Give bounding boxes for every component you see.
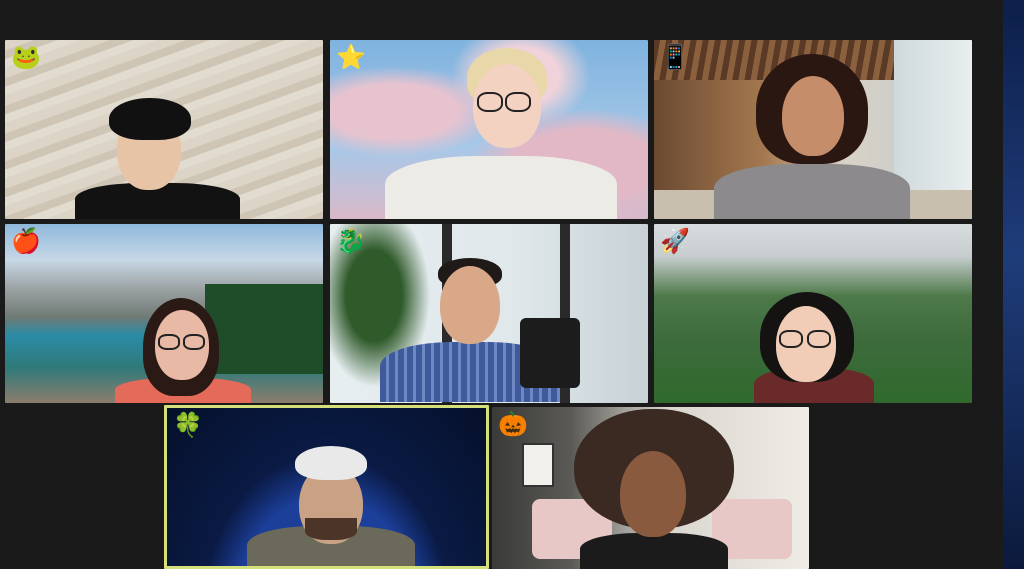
video-tile-8[interactable]: 🎃 — [492, 407, 809, 569]
rocket-badge-icon: 🚀 — [660, 227, 690, 255]
clover-badge-icon: 🍀 — [173, 411, 203, 439]
video-tile-4[interactable]: 🍎 — [5, 224, 323, 403]
apple-badge-icon: 🍎 — [11, 227, 41, 255]
phone-badge-icon: 📱 — [660, 43, 690, 71]
pumpkin-badge-icon: 🎃 — [498, 410, 528, 438]
participant-2-avatar — [385, 48, 625, 219]
video-tile-7-active-speaker[interactable]: 🍀 — [164, 405, 489, 569]
video-tile-3[interactable]: 📱 — [654, 40, 972, 219]
participant-3-avatar — [714, 54, 914, 219]
video-tile-1[interactable]: 🐸 — [5, 40, 323, 219]
frog-badge-icon: 🐸 — [11, 43, 41, 71]
participant-7-avatar — [247, 442, 417, 566]
dragon-badge-icon: 🐉 — [336, 227, 366, 255]
participant-8-avatar — [574, 409, 734, 569]
participant-6-avatar — [754, 292, 914, 403]
participant-4-avatar — [115, 298, 255, 403]
participant-5-avatar — [380, 258, 610, 403]
desktop-background-edge — [1003, 0, 1024, 569]
participant-1-avatar — [75, 98, 245, 219]
video-tile-2[interactable]: ⭐ — [330, 40, 648, 219]
star-badge-icon: ⭐ — [336, 43, 366, 71]
video-tile-6[interactable]: 🚀 — [654, 224, 972, 403]
video-tile-5[interactable]: 🐉 — [330, 224, 648, 403]
